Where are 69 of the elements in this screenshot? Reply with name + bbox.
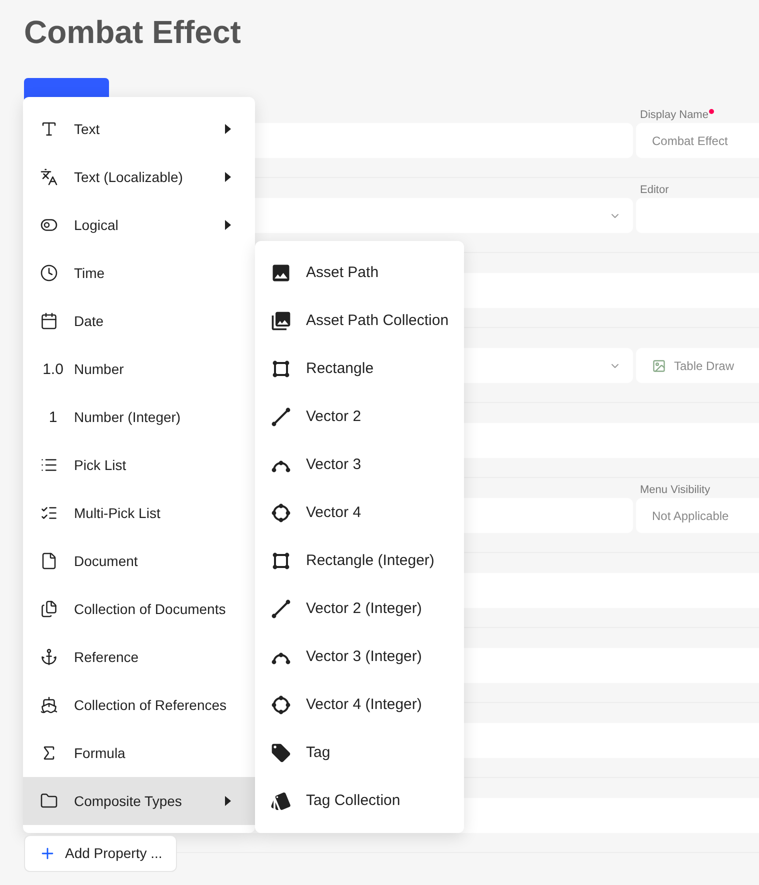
ship-icon (40, 696, 58, 714)
menu-item[interactable]: Document (23, 537, 255, 585)
images-icon (270, 310, 292, 332)
rectangle-icon (271, 551, 291, 571)
menu-item[interactable]: Reference (23, 633, 255, 681)
menu-item[interactable]: Tag (255, 729, 464, 777)
menu-item[interactable]: Pick List (23, 441, 255, 489)
add-property-button[interactable]: Add Property ... (24, 835, 178, 872)
line-icon (271, 407, 291, 427)
rectangle-icon (271, 359, 291, 379)
menu-item[interactable]: Formula (23, 729, 255, 777)
menu-item[interactable]: Asset Path Collection (255, 297, 464, 345)
field-value: Not Applicable (652, 508, 729, 524)
menu-item[interactable]: Logical (23, 201, 255, 249)
field-value: Combat Effect (652, 132, 728, 150)
checklist-icon (40, 504, 58, 522)
menu-item[interactable]: Vector 4 (255, 489, 464, 537)
number-icon: 1 (40, 410, 66, 424)
documents-icon (40, 600, 58, 618)
caret-icon (225, 172, 231, 182)
menu-item[interactable]: Vector 3 (255, 441, 464, 489)
line-icon (271, 599, 291, 619)
field-label: Menu Visibility (640, 482, 710, 498)
menu-item[interactable]: Vector 2 (255, 393, 464, 441)
folder-icon (40, 792, 58, 810)
caret-icon (225, 220, 231, 230)
menu-item[interactable]: Rectangle (255, 345, 464, 393)
document-icon (40, 552, 58, 570)
menu-item[interactable]: Asset Path (255, 249, 464, 297)
translate-icon (40, 168, 58, 186)
menu-item[interactable]: Vector 4 (Integer) (255, 681, 464, 729)
text-icon (40, 120, 58, 138)
menu-item[interactable]: Tag Collection (255, 777, 464, 825)
input-field[interactable]: Table Draw (636, 348, 759, 383)
menu-item[interactable]: Time (23, 249, 255, 297)
image-icon (652, 358, 666, 372)
number-icon: 1.0 (40, 362, 66, 376)
field-label: Editor (640, 182, 669, 198)
list-icon (40, 456, 58, 474)
field-label: Display Name (640, 108, 708, 122)
input-field[interactable]: Not Applicable (636, 498, 759, 533)
tags-icon (270, 790, 292, 812)
field-value: Table Draw (674, 358, 734, 374)
caret-icon (225, 796, 231, 806)
required-icon (709, 109, 714, 114)
image-icon (270, 262, 292, 284)
toggle-icon (40, 216, 58, 234)
menu-item[interactable]: 1.0 Number (23, 345, 255, 393)
menu-item[interactable]: Collection of References (23, 681, 255, 729)
menu-item[interactable]: Date (23, 297, 255, 345)
anchor-icon (40, 648, 58, 666)
clock-icon (40, 264, 58, 282)
menu-item[interactable]: Vector 2 (Integer) (255, 585, 464, 633)
page-title: Combat Effect (23, 13, 242, 50)
menu-item[interactable]: 1 Number (Integer) (23, 393, 255, 441)
menu-item[interactable]: Text (23, 105, 255, 153)
menu-item[interactable]: Rectangle (Integer) (255, 537, 464, 585)
circle-icon (271, 695, 291, 715)
input-field[interactable]: Combat Effect (636, 123, 759, 158)
menu-item[interactable]: Collection of Documents (23, 585, 255, 633)
menu-item[interactable]: Text (Localizable) (23, 153, 255, 201)
menu-item[interactable]: Multi-Pick List (23, 489, 255, 537)
menu-item[interactable]: Vector 3 (Integer) (255, 633, 464, 681)
menu-item[interactable]: Composite Types (23, 777, 255, 825)
calendar-icon (40, 312, 58, 330)
caret-icon (225, 124, 231, 134)
tag-icon (270, 742, 292, 764)
plus-icon (39, 845, 56, 862)
circle-icon (271, 503, 291, 523)
